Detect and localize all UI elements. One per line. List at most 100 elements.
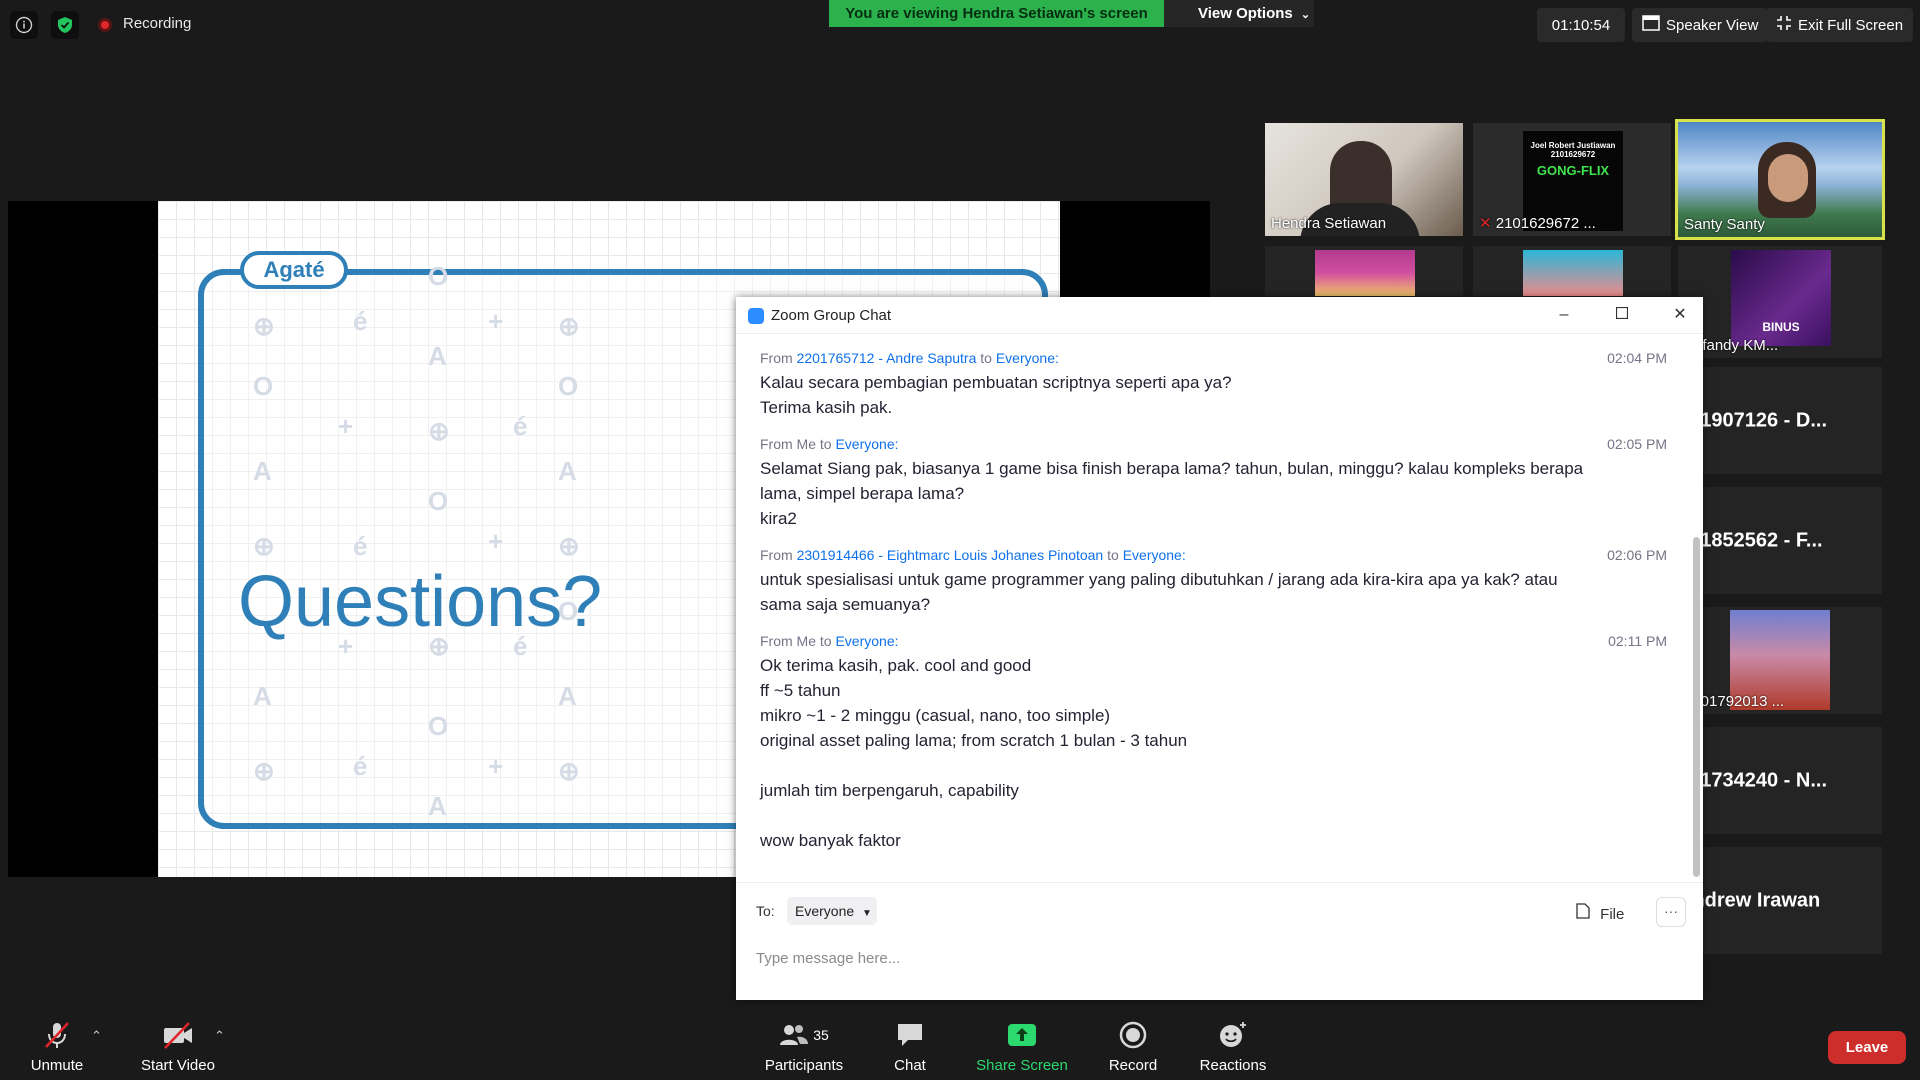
chat-message: From Me to Everyone: 02:11 PM Ok terima … (736, 633, 1691, 853)
avatar-overlay-brand: BINUS (1762, 320, 1800, 334)
meeting-info-icon[interactable] (10, 11, 38, 39)
message-recipient[interactable]: Everyone: (835, 436, 898, 452)
message-sender[interactable]: 2201765712 - Andre Saputra (797, 350, 977, 366)
view-options-label: View Options (1198, 5, 1293, 22)
exit-fullscreen-button[interactable]: Exit Full Screen (1766, 8, 1914, 42)
chat-button[interactable]: Chat (886, 1010, 934, 1080)
unmute-label: Unmute (30, 1057, 84, 1074)
message-recipient[interactable]: Everyone: (1123, 547, 1186, 563)
recipient-select-value: Everyone (795, 903, 855, 919)
participant-avatar-image (1523, 250, 1623, 296)
participant-tile[interactable]: 201734240 - N... (1678, 727, 1882, 834)
message-text-line: mikro ~1 - 2 minggu (casual, nano, too s… (760, 706, 1111, 725)
message-sender[interactable]: 2301914466 - Eightmarc Louis Johanes Pin… (797, 547, 1104, 563)
reactions-button[interactable]: Reactions (1197, 1010, 1269, 1080)
participant-tile-active-speaker[interactable]: Santy Santy (1675, 119, 1885, 240)
more-options-button[interactable]: ··· (1656, 897, 1686, 927)
message-to-label: to (980, 350, 992, 366)
video-options-chevron-icon[interactable]: ⌃ (214, 1028, 225, 1044)
participant-avatar-image: BINUS (1731, 250, 1831, 346)
message-text-line: Terima kasih pak. (760, 398, 893, 417)
participant-name: 201734240 - N... (1678, 769, 1827, 791)
participants-icon: 35 (779, 1021, 829, 1049)
message-timestamp: 02:11 PM (1608, 633, 1667, 649)
leave-meeting-button[interactable]: Leave (1828, 1031, 1906, 1064)
participant-tile[interactable]: Joel Robert Justiawan 2101629672 GONG-FL… (1473, 123, 1671, 236)
message-recipient[interactable]: Everyone: (835, 633, 898, 649)
chat-window-title: Zoom Group Chat (771, 307, 892, 324)
agate-logo: Agaté (240, 251, 348, 289)
recipient-select[interactable]: Everyone ▼ (787, 897, 877, 925)
recording-indicator-icon (98, 18, 112, 32)
maximize-icon[interactable] (1612, 305, 1632, 325)
message-text-line: wow banyak faktor (760, 831, 901, 850)
participant-name: 301852562 - F... (1678, 529, 1823, 551)
chat-titlebar: Zoom Group Chat – ✕ (736, 297, 1703, 334)
message-text-line (760, 753, 1691, 778)
participant-avatar-image (1315, 250, 1415, 296)
message-recipient[interactable]: Everyone: (996, 350, 1059, 366)
participant-tile[interactable]: 301907126 - D... (1678, 367, 1882, 474)
message-from-label: From (760, 547, 793, 563)
avatar-overlay-brand: GONG-FLIX (1536, 163, 1610, 178)
participant-tile[interactable]: Hendra Setiawan (1265, 123, 1463, 236)
chat-message: From Me to Everyone: 02:05 PM Selamat Si… (736, 436, 1691, 531)
avatar-overlay-id: 2101629672 (1550, 150, 1596, 159)
unmute-button[interactable]: Unmute (25, 1010, 89, 1080)
participant-tile[interactable] (1473, 246, 1671, 296)
participant-name: Andrew Irawan (1678, 889, 1821, 911)
participant-tile[interactable]: 2201792013 ... (1678, 607, 1882, 714)
record-label: Record (1108, 1057, 1158, 1074)
participants-button[interactable]: 35 Participants (762, 1010, 846, 1080)
message-input[interactable] (756, 945, 1656, 971)
close-icon[interactable]: ✕ (1670, 305, 1690, 325)
message-from-label: From Me to (760, 633, 832, 649)
security-shield-icon[interactable] (51, 11, 79, 39)
participant-tile[interactable]: 301852562 - F... (1678, 487, 1882, 594)
video-off-icon (161, 1021, 195, 1049)
participant-video-face (1768, 154, 1808, 202)
message-text-line: Selamat Siang pak, biasanya 1 game bisa … (760, 459, 1584, 478)
message-text-line: sama saja semuanya? (760, 595, 931, 614)
chat-scrollbar[interactable] (1693, 537, 1700, 877)
message-from-label: From (760, 350, 793, 366)
chat-message: From 2301914466 - Eightmarc Louis Johane… (736, 547, 1691, 617)
file-label: File (1600, 906, 1625, 923)
message-timestamp: 02:04 PM (1607, 350, 1667, 366)
minimize-icon[interactable]: – (1554, 305, 1574, 325)
message-text-line: untuk spesialisasi untuk game programmer… (760, 570, 1558, 589)
share-screen-button[interactable]: Share Screen (972, 1010, 1072, 1080)
exit-fullscreen-icon (1776, 15, 1792, 35)
participant-tile[interactable] (1265, 246, 1463, 296)
message-from-label: From Me to (760, 436, 832, 452)
participant-name: 301907126 - D... (1678, 409, 1827, 431)
view-options-button[interactable]: View Options ⌄ (1164, 0, 1314, 27)
record-icon (1119, 1021, 1147, 1049)
participants-label: Participants (764, 1057, 844, 1074)
chat-compose-area: To: Everyone ▼ File ··· (736, 882, 1703, 1000)
participant-tile[interactable]: BINUS Arifandy KM... (1678, 246, 1882, 358)
start-video-button[interactable]: Start Video (133, 1010, 223, 1080)
message-text-line: original asset paling lama; from scratch… (760, 731, 1188, 750)
message-text-line: Kalau secara pembagian pembuatan scriptn… (760, 373, 1232, 392)
participant-name: Hendra Setiawan (1271, 215, 1387, 232)
message-text-line: kira2 (760, 509, 797, 528)
timer-text: 01:10:54 (1551, 16, 1611, 34)
zoom-group-chat-window: Zoom Group Chat – ✕ From 2201765712 - An… (736, 297, 1703, 1000)
message-timestamp: 02:05 PM (1607, 436, 1667, 452)
viewing-screen-banner: You are viewing Hendra Setiawan's screen (829, 0, 1164, 27)
message-text-line: Ok terima kasih, pak. cool and good (760, 656, 1032, 675)
chat-message-list[interactable]: From 2201765712 - Andre Saputra to Every… (736, 334, 1691, 879)
start-video-label: Start Video (141, 1057, 215, 1074)
file-icon (1576, 903, 1594, 923)
participant-tile[interactable]: Andrew Irawan (1678, 847, 1882, 954)
record-button[interactable]: Record (1108, 1010, 1158, 1080)
zoom-logo-icon (748, 308, 764, 324)
message-timestamp: 02:06 PM (1607, 547, 1667, 563)
file-button[interactable]: File (1576, 903, 1624, 923)
audio-options-chevron-icon[interactable]: ⌃ (91, 1028, 102, 1044)
speaker-view-button[interactable]: Speaker View (1632, 8, 1769, 42)
message-header: From 2301914466 - Eightmarc Louis Johane… (760, 547, 1691, 567)
reactions-label: Reactions (1199, 1057, 1267, 1074)
message-text-line: jumlah tim berpengaruh, capability (760, 781, 1019, 800)
